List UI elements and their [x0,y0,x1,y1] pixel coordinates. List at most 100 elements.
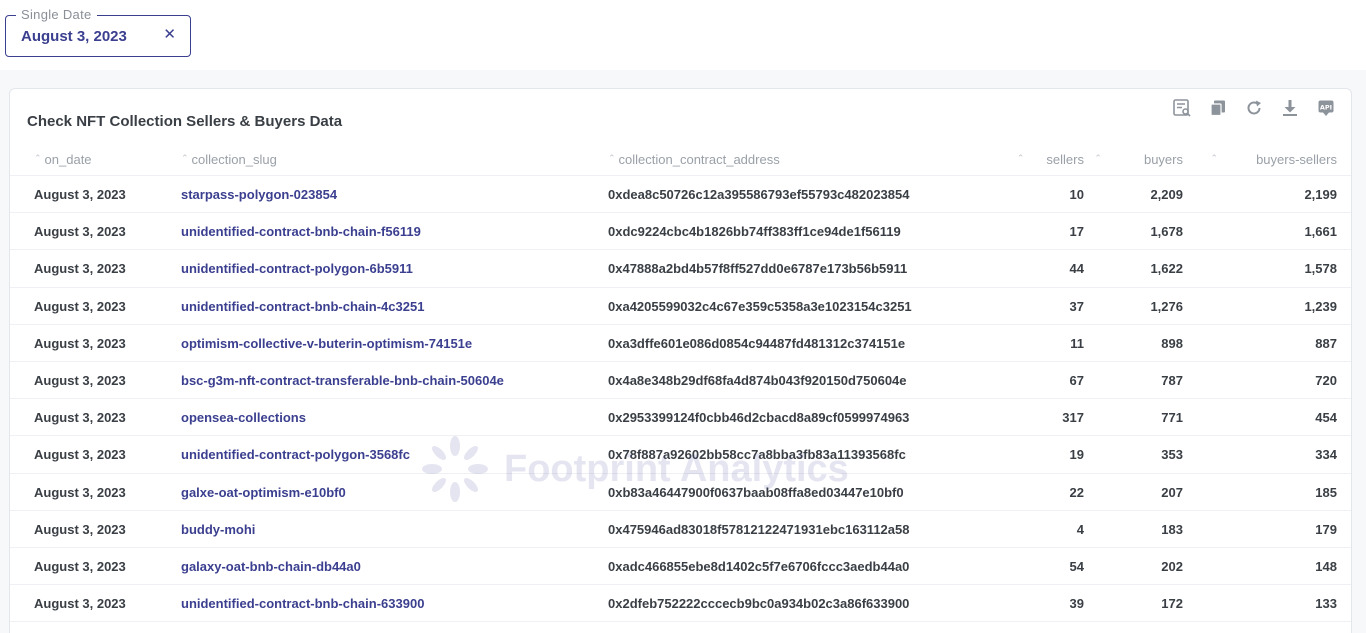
table-body: August 3, 2023 starpass-polygon-023854 0xd… [10,176,1351,623]
copy-icon[interactable] [1207,97,1229,119]
cell-collection-slug[interactable]: starpass-polygon-023854 [181,187,337,202]
api-icon[interactable]: API [1315,97,1337,119]
table-row: August 3, 2023 unidentified-contract-bnb-… [10,585,1351,623]
cell-buyers: 1,276 [1150,298,1183,314]
cell-buyers: 2,209 [1150,187,1183,202]
table-row: August 3, 2023 opensea-collections 0x29533… [10,399,1351,437]
cell-collection-slug[interactable]: galaxy-oat-bnb-chain-db44a0 [181,559,361,574]
filter-value[interactable]: August 3, 2023 [21,28,127,45]
cell-buyers-sellers: 133 [1315,596,1337,612]
table-row: August 3, 2023 unidentified-contract-bnb-… [10,288,1351,325]
cell-contract-address: 0xdc9224cbc4b1826bb74ff383ff1ce94de1f561… [608,224,901,240]
cell-contract-address: 0x2dfeb752222cccecb9bc0a934b02c3a86f6339… [608,596,910,612]
cell-sellers: 19 [1069,447,1084,463]
cell-sellers: 67 [1069,372,1084,388]
refresh-icon[interactable] [1243,97,1265,119]
cell-sellers: 37 [1069,298,1084,314]
cell-sellers: 54 [1069,558,1084,574]
table-query-icon[interactable] [1171,97,1193,119]
column-header-sellers[interactable]: ⌃ sellers [1017,152,1084,167]
single-date-filter[interactable]: Single Date August 3, 2023 ✕ [5,7,191,57]
cell-collection-slug[interactable]: unidentified-contract-bnb-chain-4c3251 [181,299,424,314]
table-header: ⌃ on_date ⌃ collection_slug ⌃ collection_co… [10,144,1351,176]
close-icon[interactable]: ✕ [163,27,176,42]
cell-on-date: August 3, 2023 [34,558,126,574]
table-row: August 3, 2023 galaxy-oat-bnb-chain-db44a… [10,548,1351,586]
cell-buyers-sellers: 179 [1315,521,1337,537]
table-row: August 3, 2023 buddy-mohi 0x475946ad83018f… [10,511,1351,548]
cell-collection-slug[interactable]: unidentified-contract-bnb-chain-f56119 [181,224,421,239]
table-row: August 3, 2023 unidentified-contract-poly… [10,436,1351,474]
cell-collection-slug[interactable]: bsc-g3m-nft-contract-transferable-bnb-ch… [181,373,504,388]
cell-on-date: August 3, 2023 [34,521,126,537]
cell-buyers-sellers: 1,578 [1304,261,1337,277]
cell-buyers: 1,622 [1150,261,1183,277]
download-icon[interactable] [1279,97,1301,119]
table-row: August 3, 2023 optimism-collective-v-bute… [10,325,1351,362]
cell-contract-address: 0xa3dffe601e086d0854c94487fd481312c37415… [608,335,906,351]
cell-contract-address: 0xadc466855ebe8d1402c5f7e6706fccc3aedb44… [608,558,910,574]
cell-contract-address: 0x4a8e348b29df68fa4d874b043f920150d75060… [608,372,907,388]
cell-buyers: 1,678 [1150,224,1183,240]
cell-buyers-sellers: 1,661 [1304,224,1337,240]
cell-contract-address: 0x475946ad83018f57812122471931ebc163112a… [608,521,910,537]
sellers-buyers-card: Check NFT Collection Sellers & Buyers Da… [9,88,1352,633]
table-row: August 3, 2023 galxe-oat-optimism-e10bf0 0… [10,474,1351,511]
cell-sellers: 44 [1069,261,1084,277]
cell-sellers: 17 [1069,224,1084,240]
column-header-collection-slug[interactable]: ⌃ collection_slug [181,152,277,167]
column-header-buyers[interactable]: ⌃ buyers [1094,152,1183,167]
cell-buyers: 898 [1161,335,1183,351]
cell-buyers-sellers: 334 [1315,447,1337,463]
data-table: ⌃ on_date ⌃ collection_slug ⌃ collection_co… [10,144,1351,623]
cell-on-date: August 3, 2023 [34,335,126,351]
cell-collection-slug[interactable]: unidentified-contract-polygon-3568fc [181,447,410,462]
cell-sellers: 10 [1069,187,1084,202]
svg-text:API: API [1320,104,1332,112]
cell-buyers: 207 [1161,484,1183,500]
cell-on-date: August 3, 2023 [34,187,126,202]
cell-sellers: 11 [1070,335,1084,351]
cell-on-date: August 3, 2023 [34,596,126,612]
table-row: August 3, 2023 starpass-polygon-023854 0xd… [10,176,1351,214]
cell-on-date: August 3, 2023 [34,484,126,500]
cell-on-date: August 3, 2023 [34,261,126,277]
cell-on-date: August 3, 2023 [34,447,126,463]
cell-contract-address: 0x78f887a92602bb58cc7a8bba3fb83a11393568… [608,447,906,463]
cell-sellers: 317 [1062,410,1084,426]
cell-contract-address: 0xa4205599032c4c67e359c5358a3e1023154c32… [608,298,912,314]
cell-buyers-sellers: 720 [1315,372,1337,388]
cell-buyers: 353 [1161,447,1183,463]
filter-bar: Single Date August 3, 2023 ✕ [0,0,1366,70]
cell-on-date: August 3, 2023 [34,298,126,314]
cell-buyers: 787 [1161,372,1183,388]
cell-buyers: 202 [1161,558,1183,574]
cell-buyers-sellers: 185 [1315,484,1337,500]
column-header-buyers-sellers[interactable]: ⌃ buyers-sellers [1211,152,1337,167]
column-header-contract-address[interactable]: ⌃ collection_contract_address [608,152,780,167]
card-toolbar: API [1171,97,1337,119]
cell-buyers-sellers: 2,199 [1304,187,1337,202]
cell-buyers-sellers: 148 [1315,558,1337,574]
filter-legend: Single Date [16,7,97,22]
cell-contract-address: 0x47888a2bd4b57f8ff527dd0e6787e173b56b59… [608,261,908,277]
cell-buyers: 172 [1161,596,1183,612]
cell-collection-slug[interactable]: buddy-mohi [181,522,255,537]
cell-on-date: August 3, 2023 [34,224,126,240]
cell-collection-slug[interactable]: unidentified-contract-polygon-6b5911 [181,261,413,276]
cell-contract-address: 0xb83a46447900f0637baab08ffa8ed03447e10b… [608,484,904,500]
cell-on-date: August 3, 2023 [34,372,126,388]
column-header-on-date[interactable]: ⌃ on_date [34,152,92,167]
table-row: August 3, 2023 bsc-g3m-nft-contract-trans… [10,362,1351,400]
cell-collection-slug[interactable]: optimism-collective-v-buterin-optimism-7… [181,336,472,351]
cell-collection-slug[interactable]: unidentified-contract-bnb-chain-633900 [181,596,424,611]
cell-buyers-sellers: 887 [1315,335,1337,351]
cell-buyers: 183 [1161,521,1183,537]
cell-buyers-sellers: 1,239 [1304,298,1337,314]
cell-sellers: 4 [1076,521,1084,537]
cell-collection-slug[interactable]: opensea-collections [181,410,306,425]
card-title: Check NFT Collection Sellers & Buyers Da… [27,113,343,130]
table-row: August 3, 2023 unidentified-contract-poly… [10,250,1351,288]
cell-collection-slug[interactable]: galxe-oat-optimism-e10bf0 [181,485,346,500]
cell-contract-address: 0x2953399124f0cbb46d2cbacd8a89cf05999749… [608,410,910,426]
